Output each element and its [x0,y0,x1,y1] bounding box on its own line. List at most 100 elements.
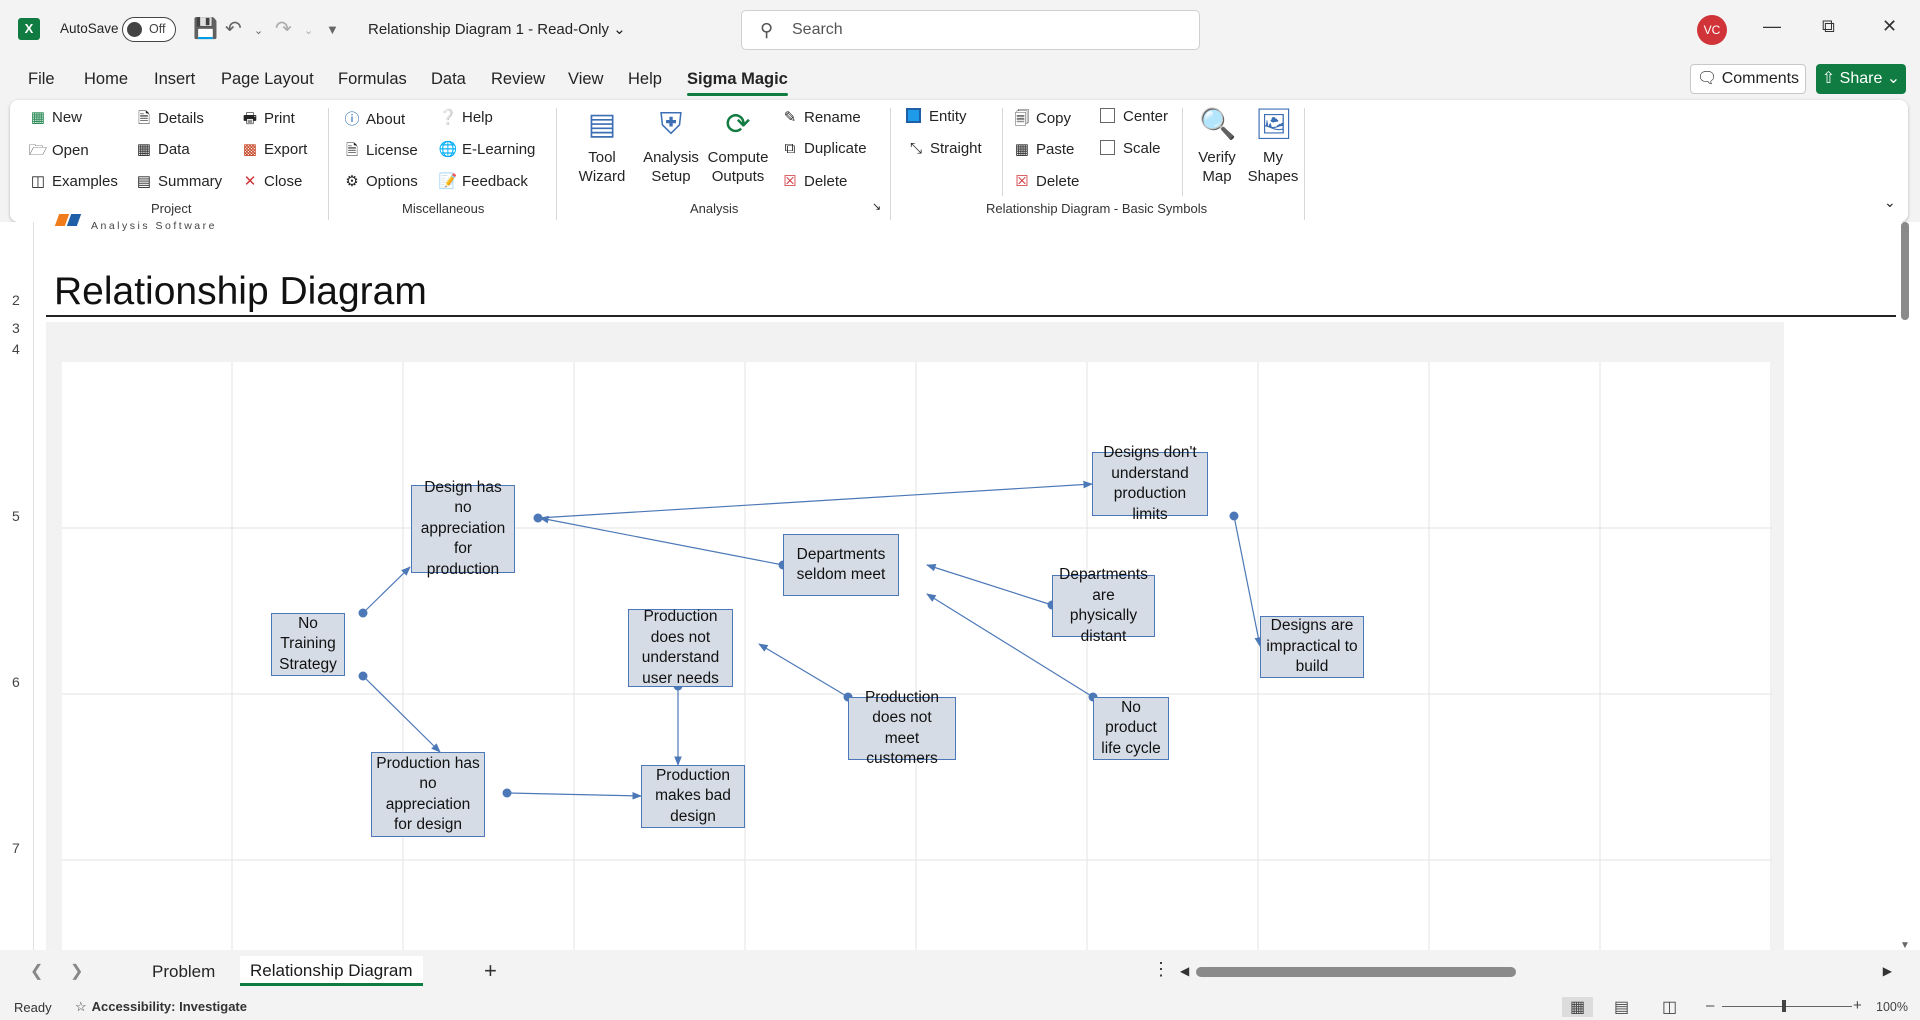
diagram-node-design-no-appreciation[interactable]: Design has no appreciation for productio… [411,479,515,578]
duplicate-button[interactable]: ⧉ Duplicate [780,140,867,157]
diagram-node-no-product-life-cycle[interactable]: No product life cycle [1093,697,1169,760]
vertical-scrollbar[interactable]: ▼ [1898,222,1912,951]
row-number[interactable]: 2 [12,292,20,308]
zoom-slider[interactable] [1722,1006,1852,1007]
diagram-node-production-bad-design[interactable]: Production makes bad design [641,765,745,828]
tab-page-layout[interactable]: Page Layout [221,70,314,89]
my-shapes-button[interactable]: 🖼 My Shapes [1244,106,1302,186]
redo-dropdown-icon[interactable]: ⌄ [304,24,313,37]
options-button[interactable]: ⚙ Options [342,172,417,190]
tab-view[interactable]: View [568,70,603,89]
scale-checkbox[interactable]: Scale [1100,140,1161,157]
undo-dropdown-icon[interactable]: ⌄ [254,24,263,37]
delete-analysis-button[interactable]: ☒ Delete [780,172,847,190]
license-button[interactable]: 🗎 License [342,140,418,165]
diagram-node-departments-seldom-meet[interactable]: Departments seldom meet [783,534,899,596]
entity-button[interactable]: Entity [906,108,967,125]
analysis-setup-button[interactable]: ⛨ Analysis Setup [636,106,706,186]
print-button[interactable]: 🖶 Print [240,108,295,133]
open-button[interactable]: 🗁 Open [28,140,89,165]
avatar[interactable]: VC [1697,15,1727,45]
tab-home[interactable]: Home [84,70,128,89]
connector-n8-n6[interactable] [758,643,849,698]
zoom-level[interactable]: 100% [1876,1000,1908,1014]
restore-icon[interactable]: ⧉ [1822,16,1835,37]
tab-formulas[interactable]: Formulas [338,70,407,89]
row-number[interactable]: 6 [12,674,20,690]
comments-button[interactable]: 🗨 Comments [1690,64,1806,94]
close-icon[interactable]: ✕ [1882,16,1897,37]
scroll-right-icon[interactable]: ▶ [1883,964,1892,978]
share-button[interactable]: ⇧ Share ⌄ [1816,64,1906,94]
document-title[interactable]: Relationship Diagram 1 - Read-Only ⌄ [368,20,626,38]
data-button[interactable]: ▦ Data [134,140,190,158]
details-button[interactable]: 🗎 Details [134,108,204,133]
collapse-ribbon-icon[interactable]: ⌄ [1884,194,1896,211]
customize-toolbar-icon[interactable]: ▼ [326,22,339,37]
prev-sheet-icon[interactable]: ❮ [30,961,43,981]
summary-button[interactable]: ▤ Summary [134,172,222,190]
straight-button[interactable]: ⤡ Straight [906,140,982,157]
sheet-tab-relationship-diagram[interactable]: Relationship Diagram [240,956,423,986]
help-button[interactable]: ❔ Help [438,108,493,126]
close-button[interactable]: ✕ Close [240,172,303,190]
page-break-view-icon[interactable]: ◫ [1662,997,1677,1017]
horizontal-scroll-thumb[interactable] [1196,967,1516,977]
horizontal-scrollbar[interactable]: ◀ ▶ [1180,964,1892,980]
next-sheet-icon[interactable]: ❯ [70,961,83,981]
zoom-out-icon[interactable]: – [1706,997,1714,1014]
vertical-scroll-thumb[interactable] [1901,222,1909,320]
rename-button[interactable]: ✎ Rename [780,108,861,126]
dialog-launcher-icon[interactable]: ↘ [872,200,881,213]
connector-n4-n3[interactable] [926,563,1053,606]
elearning-button[interactable]: 🌐 E-Learning [438,140,536,158]
paste-button[interactable]: ▦ Paste [1012,140,1074,158]
search-box[interactable]: ⚲ Search [741,10,1200,50]
connector-n3-n1[interactable] [539,515,784,566]
zoom-slider-knob[interactable] [1782,1000,1786,1012]
export-button[interactable]: ▩ Export [240,140,307,158]
row-number[interactable]: 7 [12,840,20,856]
about-button[interactable]: ⓘ About [342,108,405,129]
connector-n2-n7[interactable] [1233,515,1263,647]
feedback-button[interactable]: 📝 Feedback [438,172,528,190]
diagram-canvas[interactable]: Design has no appreciation for productio… [62,362,1772,950]
connector-n1-n2[interactable] [537,480,1093,519]
undo-icon[interactable]: ↶ [225,16,242,41]
more-options-icon[interactable]: ⋮ [1152,959,1170,980]
worksheet[interactable]: 2 3 4 5 6 7 Analysis Software Relationsh… [0,214,1920,951]
examples-button[interactable]: ◫ Examples [28,172,118,190]
page-layout-view-icon[interactable]: ▤ [1614,997,1629,1017]
accessibility-status[interactable]: ☆ Accessibility: Investigate [75,999,247,1015]
add-sheet-icon[interactable]: + [484,958,497,984]
diagram-node-production-no-appreciation[interactable]: Production has no appreciation for desig… [371,752,485,837]
save-icon[interactable]: 💾 [193,16,218,41]
tab-help[interactable]: Help [628,70,662,89]
tab-sigma-magic[interactable]: Sigma Magic [687,70,788,96]
tab-review[interactable]: Review [491,70,545,89]
row-number[interactable]: 4 [12,341,20,357]
diagram-node-production-customers[interactable]: Production does not meet customers [848,689,956,767]
tab-data[interactable]: Data [431,70,466,89]
diagram-node-no-training-strategy[interactable]: No Training Strategy [271,613,345,676]
scroll-left-icon[interactable]: ◀ [1180,964,1189,978]
row-number[interactable]: 5 [12,508,20,524]
center-checkbox[interactable]: Center [1100,108,1168,125]
diagram-node-departments-distant[interactable]: Departments are physically distant [1052,566,1155,645]
new-button[interactable]: ▦ New [28,108,82,126]
tab-insert[interactable]: Insert [154,70,195,89]
tab-file[interactable]: File [28,70,55,89]
autosave-toggle[interactable]: Off [122,17,176,42]
row-number[interactable]: 3 [12,320,20,336]
minimize-icon[interactable]: — [1763,16,1781,37]
sheet-tab-problem[interactable]: Problem [152,962,215,982]
zoom-in-icon[interactable]: + [1853,997,1862,1014]
diagram-node-production-user-needs[interactable]: Production does not understand user need… [628,608,733,687]
delete-symbol-button[interactable]: ☒ Delete [1012,172,1079,190]
tool-wizard-button[interactable]: ▤ Tool Wizard [566,106,638,186]
normal-view-icon[interactable]: ▦ [1562,997,1594,1017]
compute-outputs-button[interactable]: ⟳ Compute Outputs [702,106,774,186]
redo-icon[interactable]: ↷ [275,16,292,41]
copy-button[interactable]: 🗐 Copy [1012,108,1072,133]
connector-n5-n10[interactable] [362,675,441,753]
